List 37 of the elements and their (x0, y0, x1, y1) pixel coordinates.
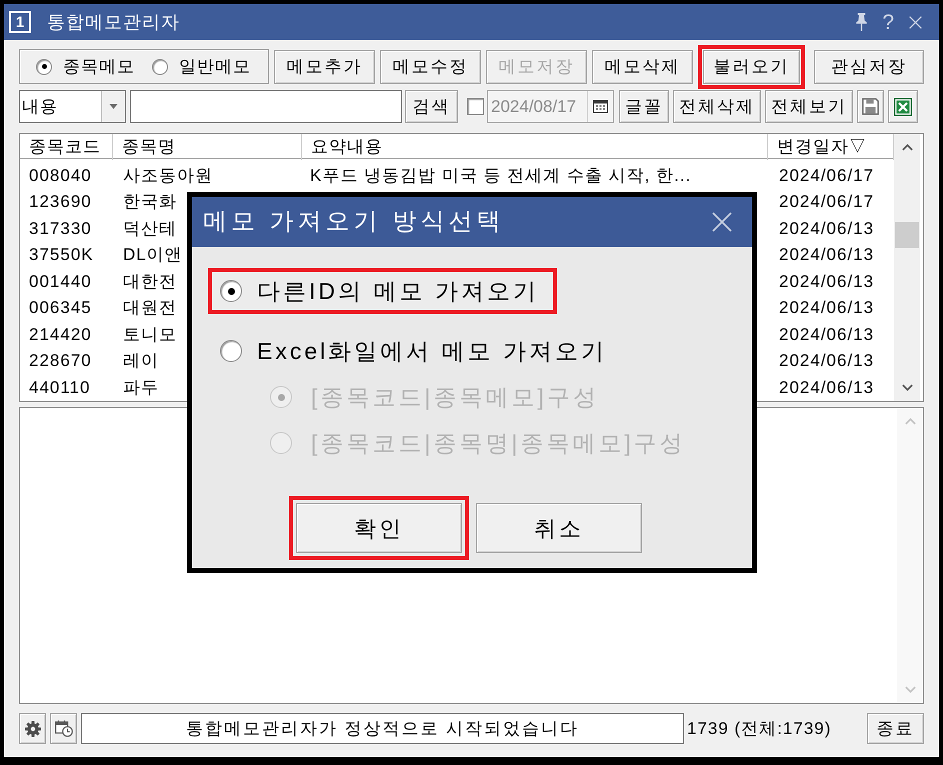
status-message: 통합메모관리자가 정상적으로 시작되었습니다 (81, 713, 684, 744)
table-cell: 37550K (29, 245, 94, 264)
table-cell: 대한전 (123, 272, 177, 290)
table-cell: 레이 (123, 351, 159, 370)
table-cell: 2024/06/17 (779, 166, 874, 184)
table-cell: 2024/06/13 (779, 218, 874, 238)
radio-label: Excel화일에서 메모 가져오기 (257, 340, 608, 362)
table-cell: 파두 (123, 378, 159, 396)
table-cell: DL이앤 (123, 245, 183, 264)
table-cell: 2024/06/17 (779, 192, 874, 211)
table-cell: 사조동아원 (123, 166, 213, 184)
table-cell: 대원전 (123, 298, 177, 317)
record-count: 1739 (전체:1739) (687, 718, 832, 740)
app-number-badge: 1 (9, 11, 31, 33)
dialog-title: 메모 가져오기 방식선택 (203, 210, 504, 234)
table-cell: 440110 (29, 378, 90, 396)
table-cell: 317330 (29, 218, 92, 238)
table-cell: 2024/06/13 (779, 324, 874, 344)
radio-label: 다른ID의 메모 가져오기 (257, 280, 539, 302)
table-cell: 228670 (29, 351, 92, 370)
window-title: 통합메모관리자 (47, 13, 180, 31)
table-cell: 214420 (29, 324, 92, 344)
table-cell: 2024/06/13 (779, 245, 874, 264)
table-cell: 2024/06/13 (779, 378, 874, 396)
table-cell: K푸드 냉동김밥 미국 등 전세계 수출 시작, 한... (310, 166, 692, 184)
table-cell: 123690 (29, 192, 92, 211)
table-cell: 한국화 (123, 192, 177, 211)
table-cell: 006345 (29, 298, 92, 317)
table-cell: 2024/06/13 (779, 351, 874, 370)
radio-label: 일반메모 (179, 56, 251, 78)
radio-label: 종목메모 (63, 56, 135, 78)
table-cell: 008040 (29, 166, 92, 184)
table-cell: 덕산테 (123, 218, 177, 238)
table-cell: 001440 (29, 272, 92, 290)
table-cell: 토니모 (123, 324, 177, 344)
table-cell: 2024/06/13 (779, 272, 874, 290)
table-cell: 2024/06/13 (779, 298, 874, 317)
